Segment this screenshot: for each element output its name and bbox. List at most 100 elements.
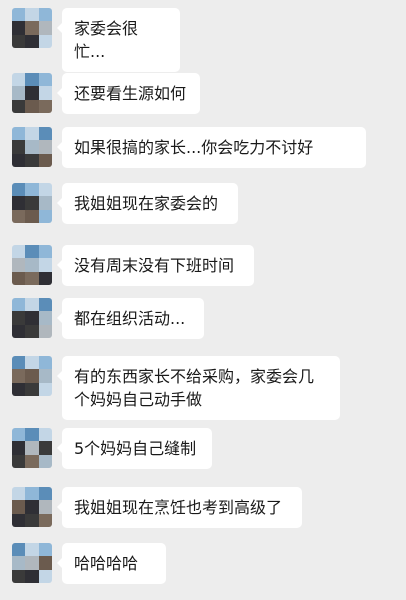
- avatar-pixel: [38, 441, 52, 455]
- avatar-pixel: [12, 196, 26, 210]
- avatar-pixel: [25, 21, 39, 35]
- avatar-pixel: [12, 298, 26, 312]
- avatar-pixel: [25, 356, 39, 370]
- pixelated-avatar-icon[interactable]: [12, 543, 52, 583]
- avatar-pixel: [25, 428, 39, 442]
- avatar-pixel: [38, 153, 52, 167]
- avatar-pixel: [38, 34, 52, 48]
- pixelated-avatar-icon[interactable]: [12, 356, 52, 396]
- message-bubble[interactable]: 家委会很忙...: [57, 8, 180, 72]
- message-bubble[interactable]: 5个妈妈自己缝制: [57, 428, 212, 469]
- chat-message-list: 家委会很忙... 还要看生源如何 如果很搞的家长...你会吃力不讨好 我姐姐现在…: [0, 0, 406, 600]
- avatar-pixel: [12, 543, 26, 557]
- avatar-pixel: [12, 34, 26, 48]
- pixelated-avatar-icon[interactable]: [12, 298, 52, 338]
- avatar-pixel: [12, 454, 26, 468]
- avatar-pixel: [25, 556, 39, 570]
- message-bubble[interactable]: 如果很搞的家长...你会吃力不讨好: [57, 127, 366, 168]
- pixelated-avatar-icon[interactable]: [12, 127, 52, 167]
- avatar-pixel: [12, 183, 26, 197]
- avatar-pixel: [25, 183, 39, 197]
- avatar-pixel: [25, 209, 39, 223]
- avatar-pixel: [38, 8, 52, 22]
- avatar-pixel: [38, 543, 52, 557]
- avatar-pixel: [12, 73, 26, 87]
- avatar-pixel: [12, 153, 26, 167]
- avatar-pixel: [25, 271, 39, 285]
- avatar-pixel: [38, 127, 52, 141]
- avatar-pixel: [38, 569, 52, 583]
- avatar-pixel: [25, 487, 39, 501]
- avatar-pixel: [38, 183, 52, 197]
- avatar-pixel: [12, 245, 26, 259]
- avatar-pixel: [25, 382, 39, 396]
- avatar-pixel: [12, 500, 26, 514]
- avatar-pixel: [12, 209, 26, 223]
- avatar-pixel: [25, 196, 39, 210]
- avatar-pixel: [25, 454, 39, 468]
- avatar-pixel: [38, 99, 52, 113]
- message-bubble[interactable]: 都在组织活动...: [57, 298, 204, 339]
- avatar-pixel: [12, 99, 26, 113]
- avatar-pixel: [38, 196, 52, 210]
- avatar-pixel: [12, 369, 26, 383]
- avatar-pixel: [25, 369, 39, 383]
- avatar-pixel: [25, 441, 39, 455]
- avatar-pixel: [38, 209, 52, 223]
- avatar-pixel: [38, 298, 52, 312]
- avatar-pixel: [38, 73, 52, 87]
- message-bubble[interactable]: 我姐姐现在烹饪也考到高级了: [57, 487, 302, 528]
- avatar-pixel: [38, 556, 52, 570]
- avatar-pixel: [12, 441, 26, 455]
- avatar-pixel: [25, 543, 39, 557]
- avatar-pixel: [12, 21, 26, 35]
- avatar-pixel: [38, 21, 52, 35]
- avatar-pixel: [38, 86, 52, 100]
- avatar-pixel: [38, 311, 52, 325]
- pixelated-avatar-icon[interactable]: [12, 183, 52, 223]
- avatar-pixel: [38, 324, 52, 338]
- pixelated-avatar-icon[interactable]: [12, 428, 52, 468]
- message-bubble[interactable]: 我姐姐现在家委会的: [57, 183, 238, 224]
- pixelated-avatar-icon[interactable]: [12, 73, 52, 113]
- pixelated-avatar-icon[interactable]: [12, 245, 52, 285]
- avatar-pixel: [25, 500, 39, 514]
- avatar-pixel: [12, 271, 26, 285]
- avatar-pixel: [12, 487, 26, 501]
- avatar-pixel: [12, 428, 26, 442]
- avatar-pixel: [25, 8, 39, 22]
- avatar-pixel: [38, 454, 52, 468]
- avatar-pixel: [12, 556, 26, 570]
- avatar-pixel: [38, 369, 52, 383]
- avatar-pixel: [25, 73, 39, 87]
- message-bubble[interactable]: 还要看生源如何: [57, 73, 200, 114]
- avatar-pixel: [38, 428, 52, 442]
- avatar-pixel: [25, 569, 39, 583]
- avatar-pixel: [38, 356, 52, 370]
- avatar-pixel: [38, 271, 52, 285]
- avatar-pixel: [25, 99, 39, 113]
- avatar-pixel: [25, 324, 39, 338]
- pixelated-avatar-icon[interactable]: [12, 8, 52, 48]
- avatar-pixel: [25, 153, 39, 167]
- avatar-pixel: [25, 513, 39, 527]
- avatar-pixel: [38, 500, 52, 514]
- avatar-pixel: [12, 569, 26, 583]
- avatar-pixel: [12, 86, 26, 100]
- avatar-pixel: [25, 258, 39, 272]
- message-bubble[interactable]: 哈哈哈哈: [57, 543, 166, 584]
- avatar-pixel: [12, 356, 26, 370]
- avatar-pixel: [38, 140, 52, 154]
- avatar-pixel: [12, 8, 26, 22]
- avatar-pixel: [25, 311, 39, 325]
- avatar-pixel: [12, 140, 26, 154]
- pixelated-avatar-icon[interactable]: [12, 487, 52, 527]
- avatar-pixel: [12, 382, 26, 396]
- avatar-pixel: [12, 513, 26, 527]
- avatar-pixel: [25, 34, 39, 48]
- message-bubble[interactable]: 有的东西家长不给采购，家委会几个妈妈自己动手做: [57, 356, 340, 420]
- avatar-pixel: [38, 487, 52, 501]
- message-bubble[interactable]: 没有周末没有下班时间: [57, 245, 254, 286]
- avatar-pixel: [38, 513, 52, 527]
- avatar-pixel: [12, 311, 26, 325]
